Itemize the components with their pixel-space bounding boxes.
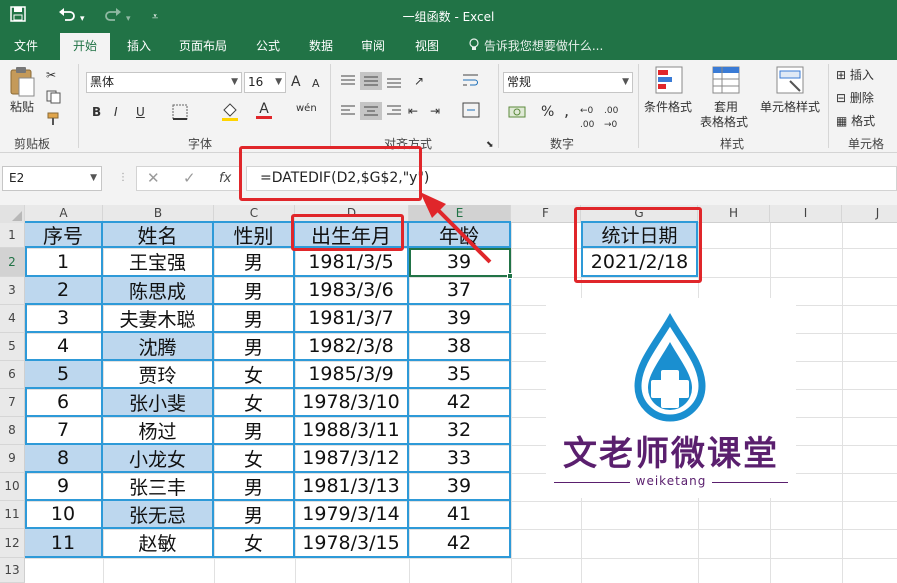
logo-subtitle: weiketang: [629, 474, 713, 488]
watermark-logo: 文老师微课堂 weiketang: [546, 298, 796, 498]
logo-subtitle-wrap: weiketang: [546, 474, 796, 488]
logo-title: 文老师微课堂: [563, 434, 779, 474]
